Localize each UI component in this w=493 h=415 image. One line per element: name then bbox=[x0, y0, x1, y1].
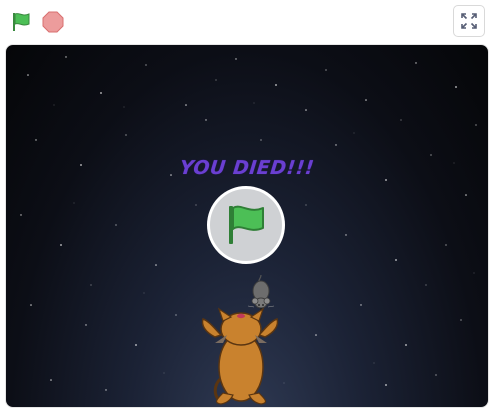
green-flag-icon bbox=[13, 13, 30, 31]
stage-canvas[interactable]: YOU DIED!!! bbox=[5, 44, 489, 408]
green-flag-icon bbox=[229, 205, 264, 244]
fullscreen-button[interactable] bbox=[453, 5, 485, 37]
stop-button[interactable] bbox=[40, 9, 66, 35]
green-flag-button[interactable] bbox=[8, 9, 34, 35]
stage-toolbar bbox=[0, 0, 493, 44]
you-died-message: YOU DIED!!! bbox=[178, 157, 316, 179]
fullscreen-icon bbox=[461, 13, 477, 29]
green-flag-overlay-button[interactable] bbox=[207, 186, 285, 264]
stop-sign-icon bbox=[42, 11, 64, 33]
cat-sprite[interactable] bbox=[193, 307, 288, 407]
